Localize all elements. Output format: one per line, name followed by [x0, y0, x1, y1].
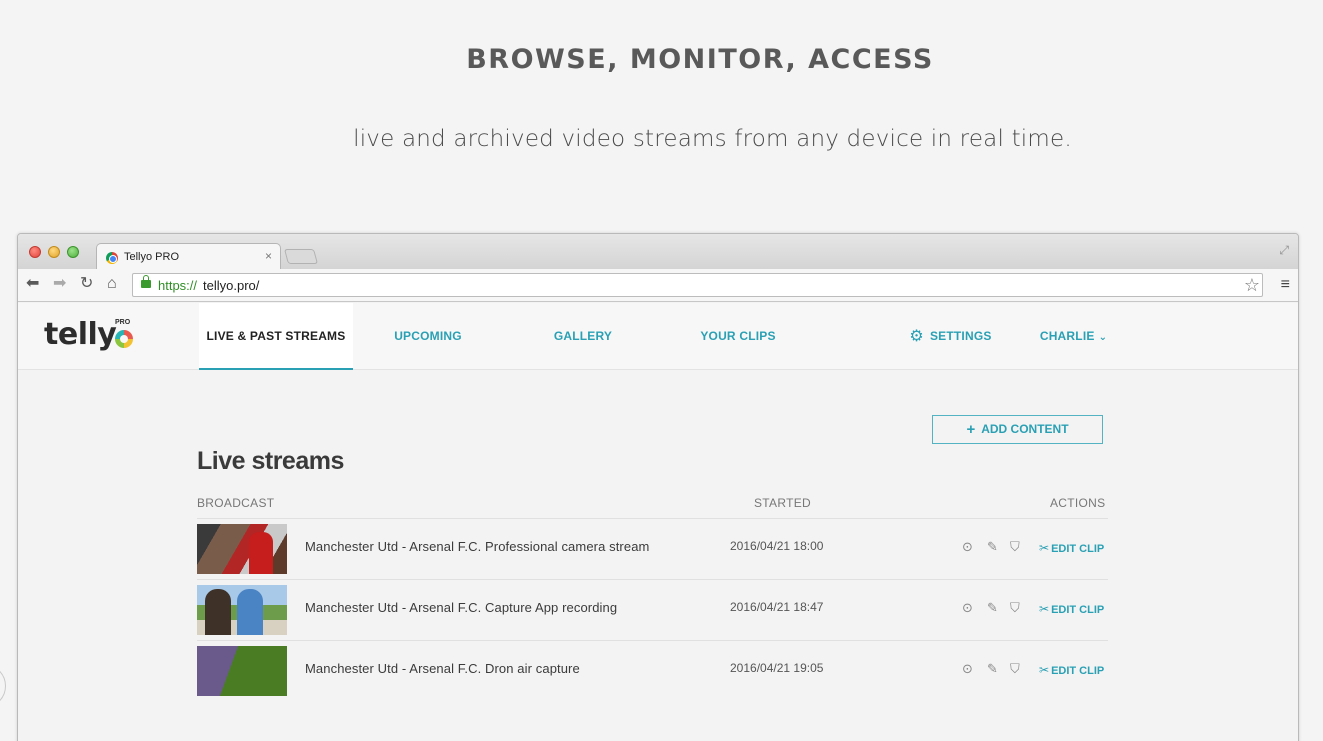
table-row: Manchester Utd - Arsenal F.C. Dron air c…	[197, 640, 1108, 701]
close-window-button[interactable]	[29, 246, 41, 258]
scissors-icon: ✂	[1039, 541, 1050, 555]
shield-icon[interactable]: ⛉	[1010, 539, 1020, 555]
tab-upcoming[interactable]: UPCOMING	[378, 303, 478, 370]
tab-bar: Tellyo PRO × ⤢	[18, 234, 1298, 270]
edit-clip-button[interactable]: ✂ EDIT CLIP	[1039, 663, 1104, 677]
stream-title[interactable]: Manchester Utd - Arsenal F.C. Profession…	[305, 539, 649, 554]
table-row: Manchester Utd - Arsenal F.C. Profession…	[197, 518, 1108, 579]
logo[interactable]: telly	[44, 317, 117, 352]
browser-toolbar: ⬅ ➡ ↻ ⌂ https:// tellyo.pro/ ☆ ≡	[18, 269, 1298, 302]
forward-icon[interactable]: ➡	[53, 275, 66, 293]
stream-thumbnail[interactable]	[197, 585, 287, 635]
edit-clip-button[interactable]: ✂ EDIT CLIP	[1039, 602, 1104, 616]
zoom-window-button[interactable]	[67, 246, 79, 258]
add-content-label: ADD CONTENT	[981, 422, 1069, 436]
stop-icon[interactable]: ⊙	[962, 539, 973, 555]
back-icon[interactable]: ⬅	[26, 275, 39, 293]
stream-started: 2016/04/21 18:47	[730, 600, 824, 614]
app-navbar: telly PRO LIVE & PAST STREAMS UPCOMING G…	[18, 303, 1298, 370]
home-icon[interactable]: ⌂	[107, 275, 117, 293]
column-header-actions: ACTIONS	[1050, 496, 1106, 510]
add-content-button[interactable]: + ADD CONTENT	[932, 415, 1103, 444]
stop-icon[interactable]: ⊙	[962, 600, 973, 616]
scissors-icon: ✂	[1039, 602, 1050, 616]
chevron-down-icon: ⌄	[1098, 332, 1108, 343]
stream-thumbnail[interactable]	[197, 524, 287, 574]
pencil-icon[interactable]: ✎	[987, 661, 998, 677]
stream-thumbnail[interactable]	[197, 646, 287, 696]
stream-title[interactable]: Manchester Utd - Arsenal F.C. Capture Ap…	[305, 600, 617, 615]
hero-title: BROWSE, MONITOR, ACCESS	[466, 44, 934, 75]
settings-link[interactable]: ⚙ SETTINGS	[903, 303, 998, 370]
logo-badge: PRO	[115, 319, 131, 326]
tab-close-icon[interactable]: ×	[265, 249, 272, 263]
chrome-favicon-icon	[106, 252, 118, 264]
edit-clip-button[interactable]: ✂ EDIT CLIP	[1039, 541, 1104, 555]
user-menu[interactable]: CHARLIE ⌄	[1036, 303, 1111, 370]
hero-subtitle: live and archived video streams from any…	[353, 126, 1072, 152]
pencil-icon[interactable]: ✎	[987, 600, 998, 616]
tab-live-past-streams[interactable]: LIVE & PAST STREAMS	[199, 303, 353, 370]
edit-clip-label: EDIT CLIP	[1051, 665, 1105, 677]
edit-clip-label: EDIT CLIP	[1051, 604, 1105, 616]
tab-gallery[interactable]: GALLERY	[538, 303, 628, 370]
stream-started: 2016/04/21 19:05	[730, 661, 824, 675]
url-host: tellyo.pro/	[203, 278, 260, 293]
address-bar[interactable]: https:// tellyo.pro/ ☆	[132, 273, 1263, 297]
settings-label: SETTINGS	[929, 329, 992, 343]
decorative-circle	[0, 664, 6, 708]
stop-icon[interactable]: ⊙	[962, 661, 973, 677]
fullscreen-icon[interactable]: ⤢	[1279, 243, 1289, 258]
browser-window: Tellyo PRO × ⤢ ⬅ ➡ ↻ ⌂ https:// tellyo.p…	[17, 233, 1299, 741]
stream-started: 2016/04/21 18:00	[730, 539, 824, 553]
pencil-icon[interactable]: ✎	[987, 539, 998, 555]
logo-ring-icon	[115, 330, 133, 348]
reload-icon[interactable]: ↻	[80, 275, 93, 293]
minimize-window-button[interactable]	[48, 246, 60, 258]
gear-icon: ⚙	[909, 328, 924, 345]
browser-tab[interactable]: Tellyo PRO ×	[96, 243, 281, 270]
plus-icon: +	[966, 421, 976, 438]
column-header-broadcast: BROADCAST	[197, 496, 275, 510]
star-icon[interactable]: ☆	[1244, 275, 1260, 296]
tab-title: Tellyo PRO	[124, 251, 180, 263]
user-name: CHARLIE	[1039, 329, 1095, 343]
menu-icon[interactable]: ≡	[1281, 276, 1290, 294]
table-row: Manchester Utd - Arsenal F.C. Capture Ap…	[197, 579, 1108, 640]
stream-title[interactable]: Manchester Utd - Arsenal F.C. Dron air c…	[305, 661, 580, 676]
new-tab-button[interactable]	[283, 249, 319, 264]
section-title: Live streams	[197, 447, 344, 475]
lock-icon	[141, 275, 151, 288]
tab-your-clips[interactable]: YOUR CLIPS	[688, 303, 788, 370]
shield-icon[interactable]: ⛉	[1010, 600, 1020, 616]
scissors-icon: ✂	[1039, 663, 1050, 677]
column-header-started: STARTED	[754, 496, 811, 510]
edit-clip-label: EDIT CLIP	[1051, 543, 1105, 555]
url-scheme: https://	[158, 278, 198, 293]
shield-icon[interactable]: ⛉	[1010, 661, 1020, 677]
